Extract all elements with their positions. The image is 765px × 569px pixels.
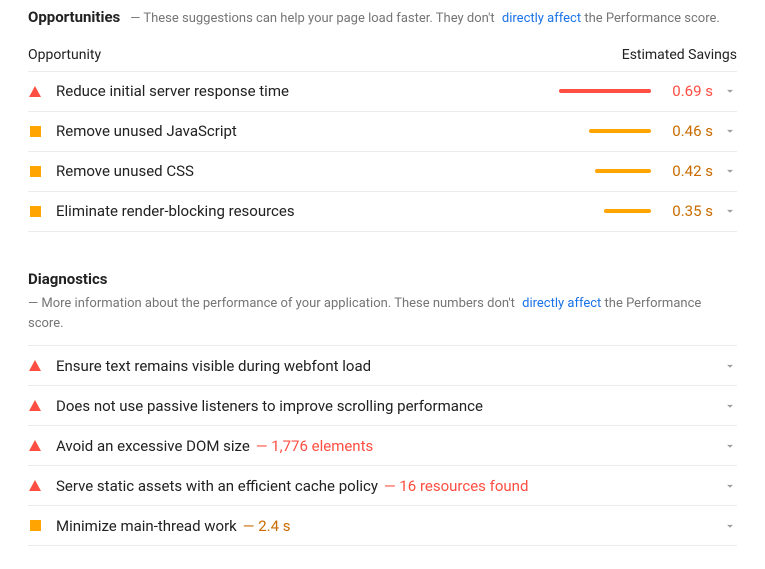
diagnostic-row[interactable]: Minimize main-thread work — 2.4 s — [28, 506, 737, 546]
opportunities-title: Opportunities — [28, 6, 120, 29]
diagnostics-description: — More information about the performance… — [28, 294, 737, 333]
savings-value: 0.69 s — [663, 82, 713, 100]
opportunity-title: Remove unused CSS — [56, 162, 511, 180]
square-icon — [28, 124, 42, 138]
diagnostic-title: Minimize main-thread work — 2.4 s — [56, 517, 723, 535]
diagnostic-detail: — 16 resources found — [384, 477, 528, 495]
savings-value: 0.42 s — [663, 162, 713, 180]
opportunities-header: Opportunities — These suggestions can he… — [28, 6, 737, 29]
chevron-down-icon — [723, 439, 737, 453]
opportunities-description: — These suggestions can help your page l… — [130, 9, 720, 29]
diagnostics-rows: Ensure text remains visible during webfo… — [28, 345, 737, 546]
savings-bar — [589, 129, 651, 134]
chevron-down-icon — [723, 479, 737, 493]
directly-affect-link[interactable]: directly affect — [522, 296, 601, 311]
savings-bar-area — [511, 129, 651, 134]
opportunity-title: Eliminate render-blocking resources — [56, 202, 511, 220]
diagnostic-row[interactable]: Ensure text remains visible during webfo… — [28, 346, 737, 386]
square-icon — [28, 164, 42, 178]
diagnostics-title: Diagnostics — [28, 268, 107, 291]
chevron-down-icon — [723, 519, 737, 533]
chevron-down-icon — [723, 399, 737, 413]
opportunity-row[interactable]: Eliminate render-blocking resources 0.35 … — [28, 192, 737, 232]
savings-bar — [604, 209, 651, 214]
chevron-down-icon — [723, 359, 737, 373]
savings-value: 0.35 s — [663, 202, 713, 220]
square-icon — [28, 519, 42, 533]
chevron-down-icon — [723, 164, 737, 178]
opportunities-rows: Reduce initial server response time 0.69 … — [28, 71, 737, 232]
diagnostic-row[interactable]: Avoid an excessive DOM size — 1,776 elem… — [28, 426, 737, 466]
savings-bar-area — [511, 169, 651, 174]
savings-value: 0.46 s — [663, 122, 713, 140]
triangle-icon — [28, 359, 42, 373]
triangle-icon — [28, 479, 42, 493]
diagnostic-title: Avoid an excessive DOM size — 1,776 elem… — [56, 437, 723, 455]
triangle-icon — [28, 84, 42, 98]
triangle-icon — [28, 399, 42, 413]
opportunity-title: Remove unused JavaScript — [56, 122, 511, 140]
directly-affect-link[interactable]: directly affect — [502, 11, 581, 26]
diagnostic-row[interactable]: Serve static assets with an efficient ca… — [28, 466, 737, 506]
savings-bar — [559, 89, 651, 94]
opportunity-row[interactable]: Remove unused JavaScript 0.46 s — [28, 112, 737, 152]
diagnostic-title: Does not use passive listeners to improv… — [56, 397, 723, 415]
chevron-down-icon — [723, 204, 737, 218]
savings-bar-area — [511, 89, 651, 94]
opportunity-row[interactable]: Remove unused CSS 0.42 s — [28, 152, 737, 192]
diagnostics-header: Diagnostics — More information about the… — [28, 268, 737, 334]
triangle-icon — [28, 439, 42, 453]
diagnostic-title: Serve static assets with an efficient ca… — [56, 477, 723, 495]
opportunity-row[interactable]: Reduce initial server response time 0.69 … — [28, 72, 737, 112]
col-opportunity: Opportunity — [28, 47, 101, 63]
chevron-down-icon — [723, 124, 737, 138]
diagnostic-detail: — 2.4 s — [243, 517, 291, 535]
chevron-down-icon — [723, 84, 737, 98]
square-icon — [28, 204, 42, 218]
diagnostic-detail: — 1,776 elements — [256, 437, 373, 455]
diagnostic-title: Ensure text remains visible during webfo… — [56, 357, 723, 375]
opportunities-table-header: Opportunity Estimated Savings — [28, 41, 737, 71]
savings-bar-area — [511, 209, 651, 214]
opportunity-title: Reduce initial server response time — [56, 82, 511, 100]
savings-bar — [595, 169, 651, 174]
diagnostic-row[interactable]: Does not use passive listeners to improv… — [28, 386, 737, 426]
col-estimated-savings: Estimated Savings — [622, 47, 737, 63]
